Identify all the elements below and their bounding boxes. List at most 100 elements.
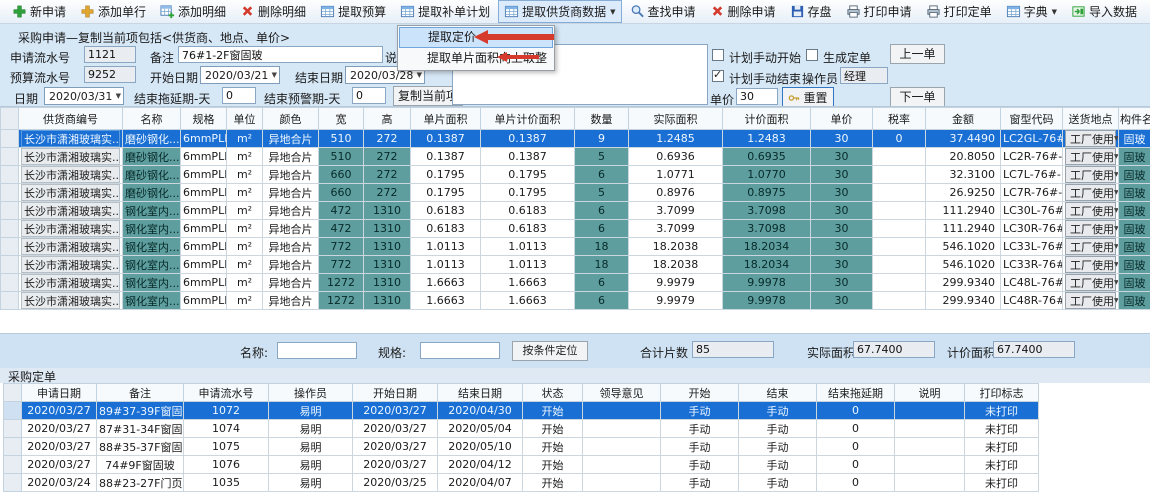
- detail-table-row[interactable]: 长沙市潇湘玻璃实...▼ 钢化室内... 6mmPLE... m² 异地合片 4…: [1, 202, 1150, 220]
- order-row[interactable]: 2020/03/27 74#9F窗固玻 1076 易明 2020/03/27 2…: [4, 456, 1039, 474]
- column-header[interactable]: 送货地点: [1063, 108, 1119, 130]
- supplier-combobox[interactable]: 长沙市潇湘玻璃实...▼: [21, 202, 120, 219]
- detail-table-row[interactable]: 长沙市潇湘玻璃实...▼ 钢化室内... 6mmPLE... m² 异地合片 7…: [1, 238, 1150, 256]
- toolbar-button[interactable]: 打印申请: [840, 0, 918, 23]
- supplier-combobox[interactable]: 长沙市潇湘玻璃实...▼: [21, 256, 120, 273]
- column-header[interactable]: 宽: [319, 108, 364, 130]
- detail-table-row[interactable]: 长沙市潇湘玻璃实...▼ 磨砂钢化... 6mmPLE... m² 异地合片 5…: [1, 130, 1150, 148]
- column-header[interactable]: 备注: [97, 384, 184, 402]
- toolbar-button[interactable]: 字典 ▼: [1000, 0, 1063, 23]
- column-header[interactable]: 数量: [575, 108, 629, 130]
- previous-order-button[interactable]: 上一单: [890, 44, 945, 64]
- column-header[interactable]: 计价面积: [723, 108, 811, 130]
- plan-manual-end-checkbox[interactable]: [712, 70, 724, 82]
- operator-field[interactable]: [840, 67, 888, 84]
- column-header[interactable]: 单片计价面积: [481, 108, 575, 130]
- toolbar-button[interactable]: 打印定单: [920, 0, 998, 23]
- apply-no-field[interactable]: [84, 46, 136, 63]
- toolbar-button[interactable]: 添加明细: [154, 0, 232, 23]
- column-header[interactable]: 申请日期: [22, 384, 97, 402]
- supplier-combobox[interactable]: 长沙市潇湘玻璃实...▼: [21, 184, 120, 201]
- order-row[interactable]: 2020/03/24 88#23-27F门页玻 1035 易明 2020/03/…: [4, 474, 1039, 492]
- end-warning-field[interactable]: [352, 87, 386, 104]
- order-row[interactable]: 2020/03/27 87#31-34F窗固玻 1074 易明 2020/03/…: [4, 420, 1039, 438]
- toolbar-button[interactable]: 导入数据: [1065, 0, 1143, 23]
- column-header[interactable]: 金额: [926, 108, 1001, 130]
- detail-table-row[interactable]: 长沙市潇湘玻璃实...▼ 磨砂钢化... 6mmPLE... m² 异地合片 6…: [1, 184, 1150, 202]
- end-delay-field[interactable]: [222, 87, 256, 104]
- supplier-combobox[interactable]: 长沙市潇湘玻璃实...▼: [21, 148, 120, 165]
- delivery-combobox[interactable]: 工厂使用▼: [1065, 220, 1116, 237]
- toolbar-button[interactable]: 提取补单计划: [394, 0, 496, 23]
- delivery-combobox[interactable]: 工厂使用▼: [1065, 292, 1116, 309]
- supplier-combobox[interactable]: 长沙市潇湘玻璃实...▼: [21, 130, 120, 147]
- column-header[interactable]: 规格: [181, 108, 227, 130]
- column-header[interactable]: 打印标志: [965, 384, 1039, 402]
- toolbar-button[interactable]: 删除申请: [704, 0, 782, 23]
- reset-button[interactable]: 重置: [782, 87, 834, 108]
- column-header[interactable]: 操作员: [269, 384, 353, 402]
- delivery-combobox[interactable]: 工厂使用▼: [1065, 238, 1116, 255]
- toolbar-button[interactable]: 删除明细: [234, 0, 312, 23]
- column-header[interactable]: 结束: [739, 384, 817, 402]
- supplier-combobox[interactable]: 长沙市潇湘玻璃实...▼: [21, 220, 120, 237]
- filter-name-input[interactable]: [277, 342, 357, 359]
- detail-table-row[interactable]: 长沙市潇湘玻璃实...▼ 磨砂钢化... 6mmPLE... m² 异地合片 5…: [1, 148, 1150, 166]
- next-order-button[interactable]: 下一单: [890, 87, 945, 107]
- toolbar-button[interactable]: 提取预算: [314, 0, 392, 23]
- actual-area-total-field[interactable]: [853, 341, 935, 358]
- supplier-combobox[interactable]: 长沙市潇湘玻璃实...▼: [21, 274, 120, 291]
- plan-manual-start-checkbox[interactable]: [712, 49, 724, 61]
- detail-table-row[interactable]: 长沙市潇湘玻璃实...▼ 钢化室内... 6mmPLE... m² 异地合片 4…: [1, 220, 1150, 238]
- price-area-total-field[interactable]: [993, 341, 1075, 358]
- detail-table-row[interactable]: 长沙市潇湘玻璃实...▼ 钢化室内... 6mmPLE... m² 异地合片 1…: [1, 274, 1150, 292]
- filter-spec-input[interactable]: [420, 342, 500, 359]
- detail-table-row[interactable]: 长沙市潇湘玻璃实...▼ 钢化室内... 6mmPLE... m² 异地合片 1…: [1, 292, 1150, 310]
- column-header[interactable]: 名称: [123, 108, 181, 130]
- locate-by-condition-button[interactable]: 按条件定位: [512, 341, 588, 361]
- column-header[interactable]: 开始日期: [353, 384, 438, 402]
- delivery-combobox[interactable]: 工厂使用▼: [1065, 148, 1116, 165]
- supplier-combobox[interactable]: 长沙市潇湘玻璃实...▼: [21, 166, 120, 183]
- remark-field[interactable]: [178, 46, 383, 63]
- column-header[interactable]: 颜色: [263, 108, 319, 130]
- total-pieces-field[interactable]: [692, 341, 774, 358]
- column-header[interactable]: 单片面积: [411, 108, 481, 130]
- delivery-combobox[interactable]: 工厂使用▼: [1065, 166, 1116, 183]
- detail-table-row[interactable]: 长沙市潇湘玻璃实...▼ 钢化室内... 6mmPLE... m² 异地合片 7…: [1, 256, 1150, 274]
- order-row[interactable]: 2020/03/27 88#35-37F窗固玻 1075 易明 2020/03/…: [4, 438, 1039, 456]
- delivery-combobox[interactable]: 工厂使用▼: [1065, 256, 1116, 273]
- delivery-combobox[interactable]: 工厂使用▼: [1065, 202, 1116, 219]
- supplier-combobox[interactable]: 长沙市潇湘玻璃实...▼: [21, 238, 120, 255]
- column-header[interactable]: 窗型代码: [1001, 108, 1063, 130]
- detail-table-row[interactable]: 长沙市潇湘玻璃实...▼ 磨砂钢化... 6mmPLE... m² 异地合片 6…: [1, 166, 1150, 184]
- supplier-combobox[interactable]: 长沙市潇湘玻璃实...▼: [21, 292, 120, 309]
- toolbar-button[interactable]: 查找申请: [624, 0, 702, 23]
- column-header[interactable]: 状态: [523, 384, 583, 402]
- column-header[interactable]: 单价: [811, 108, 873, 130]
- toolbar-button[interactable]: 添加单行: [74, 0, 152, 23]
- delivery-combobox[interactable]: 工厂使用▼: [1065, 130, 1116, 147]
- order-row[interactable]: 2020/03/27 89#37-39F窗固玻 1072 易明 2020/03/…: [4, 402, 1039, 420]
- column-header[interactable]: 领导意见: [583, 384, 661, 402]
- column-header[interactable]: 说明: [895, 384, 965, 402]
- column-header[interactable]: 结束拖延期: [817, 384, 895, 402]
- column-header[interactable]: 申请流水号: [184, 384, 269, 402]
- column-header[interactable]: 开始: [661, 384, 739, 402]
- toolbar-button[interactable]: 新申请: [6, 0, 72, 23]
- budget-no-field[interactable]: [84, 66, 136, 83]
- column-header[interactable]: 税率: [873, 108, 926, 130]
- delivery-combobox[interactable]: 工厂使用▼: [1065, 184, 1116, 201]
- column-header[interactable]: 单位: [227, 108, 263, 130]
- toolbar-button[interactable]: 存盘: [784, 0, 838, 23]
- column-header[interactable]: 构件名称: [1119, 108, 1150, 130]
- generate-order-checkbox[interactable]: [806, 49, 818, 61]
- toolbar-button[interactable]: 提取供货商数据 ▼: [498, 0, 621, 23]
- column-header[interactable]: 高: [364, 108, 411, 130]
- date-picker[interactable]: 2020/03/31▼: [44, 87, 124, 105]
- start-date-picker[interactable]: 2020/03/21▼: [200, 66, 280, 84]
- column-header[interactable]: 结束日期: [438, 384, 523, 402]
- column-header[interactable]: 供货商编号: [19, 108, 123, 130]
- column-header[interactable]: 实际面积: [629, 108, 723, 130]
- unit-price-field[interactable]: [736, 88, 778, 105]
